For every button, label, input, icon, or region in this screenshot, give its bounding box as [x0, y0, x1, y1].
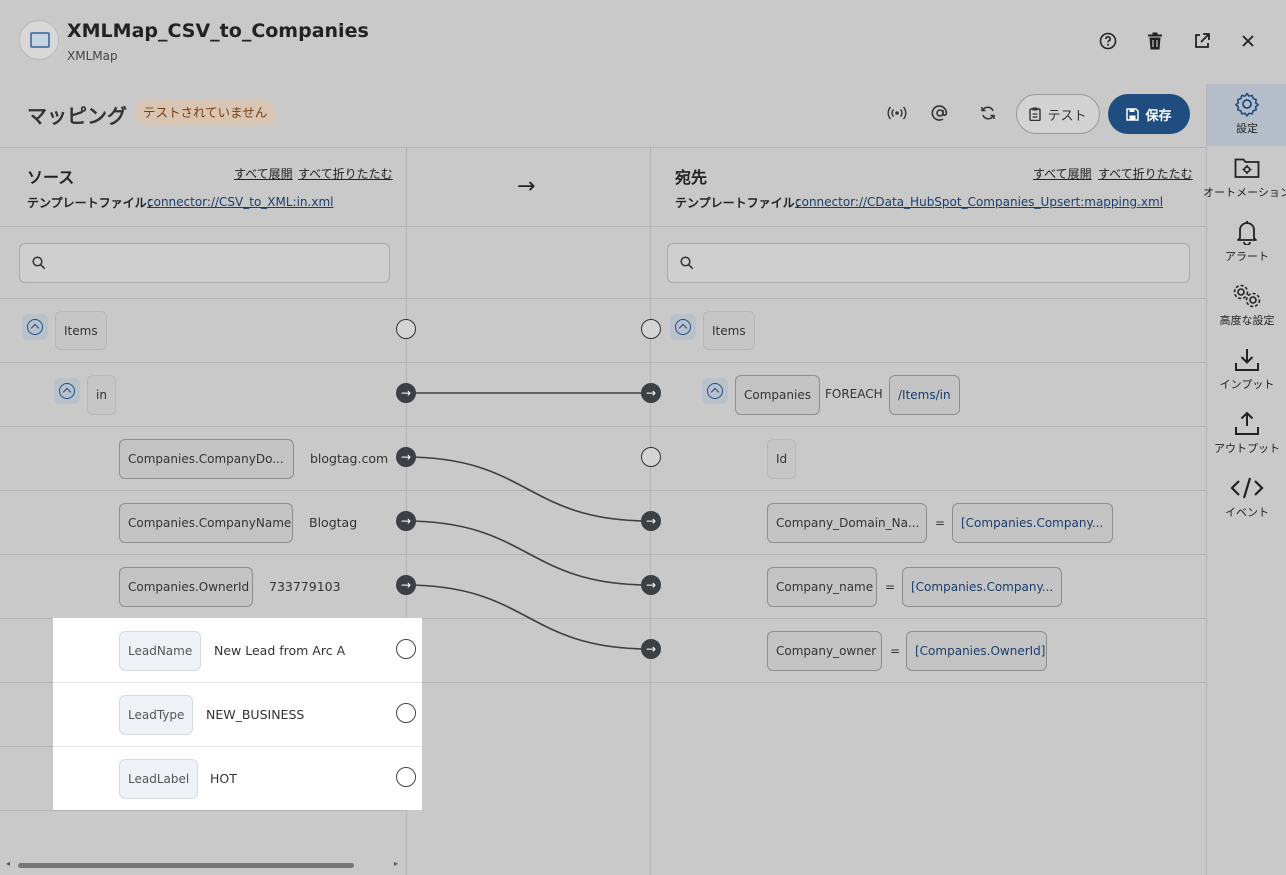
code-icon [1230, 474, 1264, 502]
collapse-toggle-icon[interactable] [22, 314, 48, 340]
destination-port-company-name[interactable]: → [641, 575, 661, 595]
collapse-toggle-icon[interactable] [670, 314, 696, 340]
source-value-lead-type: NEW_BUSINESS [206, 707, 305, 722]
sidebar-item-label: インプット [1219, 378, 1275, 391]
sidebar-item-input[interactable]: インプット [1207, 340, 1286, 402]
collapse-toggle-icon[interactable] [702, 378, 728, 404]
destination-node-items[interactable]: Items [703, 311, 755, 350]
destination-port-company-domain[interactable]: → [641, 511, 661, 531]
destination-node-company-owner[interactable]: Company_owner [767, 631, 882, 671]
destination-port-id[interactable] [641, 447, 661, 467]
destination-node-company-name[interactable]: Company_name [767, 567, 877, 607]
close-icon[interactable] [1237, 30, 1259, 52]
destination-port-company-owner[interactable]: → [641, 639, 661, 659]
source-value-company-domain: blogtag.com [310, 451, 389, 466]
source-port-company-domain[interactable]: → [396, 447, 416, 467]
mapping-connections [404, 392, 651, 650]
download-icon [1234, 346, 1260, 374]
sidebar-item-label: 設定 [1236, 122, 1258, 135]
connection-line [404, 584, 651, 650]
collapse-toggle-icon[interactable] [54, 378, 80, 404]
source-port-in[interactable]: → [396, 383, 416, 403]
source-node-owner-id[interactable]: Companies.OwnerId [119, 567, 253, 607]
foreach-keyword: FOREACH [825, 387, 883, 401]
sidebar-item-output[interactable]: アウトプット [1207, 404, 1286, 466]
source-port-items[interactable] [396, 319, 416, 339]
source-value-lead-name: New Lead from Arc A [214, 643, 346, 658]
sidebar-item-label: オートメーション [1203, 186, 1286, 199]
folder-gear-icon [1234, 154, 1260, 182]
gear-icon [1234, 90, 1260, 118]
upload-icon [1234, 410, 1260, 438]
scroll-right-icon[interactable]: ▸ [394, 859, 398, 868]
equals-sign: = [935, 516, 946, 530]
sidebar-item-settings[interactable]: 設定 [1207, 84, 1286, 146]
destination-port-items[interactable] [641, 319, 661, 339]
source-port-lead-type[interactable] [396, 703, 416, 723]
destination-node-company-domain[interactable]: Company_Domain_Na... [767, 503, 927, 543]
destination-port-companies[interactable]: → [641, 383, 661, 403]
source-node-company-name[interactable]: Companies.CompanyName [119, 503, 293, 543]
destination-node-id[interactable]: Id [767, 439, 797, 479]
expression-company-owner[interactable]: [Companies.OwnerId] [906, 631, 1047, 671]
scroll-left-icon[interactable]: ◂ [6, 859, 10, 868]
equals-sign: = [890, 644, 901, 658]
source-value-company-name: Blogtag [309, 515, 358, 530]
sidebar-item-label: イベント [1225, 506, 1269, 519]
source-node-items[interactable]: Items [55, 311, 107, 350]
source-value-lead-label: HOT [210, 771, 237, 786]
expression-company-name[interactable]: [Companies.Company... [902, 567, 1062, 607]
source-node-lead-label[interactable]: LeadLabel [119, 759, 199, 799]
destination-node-companies[interactable]: Companies [735, 375, 820, 415]
connection-line [404, 520, 651, 586]
source-node-lead-name[interactable]: LeadName [119, 631, 202, 671]
sidebar-item-automation[interactable]: オートメーション [1203, 148, 1286, 210]
source-value-owner-id: 733779103 [269, 579, 341, 594]
horizontal-scrollbar[interactable] [18, 863, 354, 868]
source-port-company-name[interactable]: → [396, 511, 416, 531]
sidebar-item-events[interactable]: イベント [1207, 468, 1286, 530]
source-port-lead-label[interactable] [396, 767, 416, 787]
sidebar-item-label: アウトプット [1214, 442, 1280, 455]
source-node-lead-type[interactable]: LeadType [119, 695, 194, 735]
foreach-expression[interactable]: /Items/in [889, 375, 960, 415]
source-port-owner-id[interactable]: → [396, 575, 416, 595]
sidebar-item-advanced[interactable]: 高度な設定 [1207, 276, 1286, 338]
source-node-in[interactable]: in [87, 375, 116, 415]
equals-sign: = [885, 580, 896, 594]
source-node-company-domain[interactable]: Companies.CompanyDo... [119, 439, 294, 479]
expression-company-domain[interactable]: [Companies.Company... [952, 503, 1113, 543]
gears-icon [1231, 282, 1263, 310]
sidebar-item-label: 高度な設定 [1219, 314, 1275, 327]
connection-line [404, 456, 651, 522]
source-port-lead-name[interactable] [396, 639, 416, 659]
sidebar-item-label: アラート [1225, 250, 1269, 263]
sidebar-item-alerts[interactable]: アラート [1207, 212, 1286, 274]
bell-icon [1235, 218, 1259, 246]
right-sidebar: 設定 オートメーション アラート 高度な設定 インプット アウトプット イベント [1203, 84, 1286, 875]
